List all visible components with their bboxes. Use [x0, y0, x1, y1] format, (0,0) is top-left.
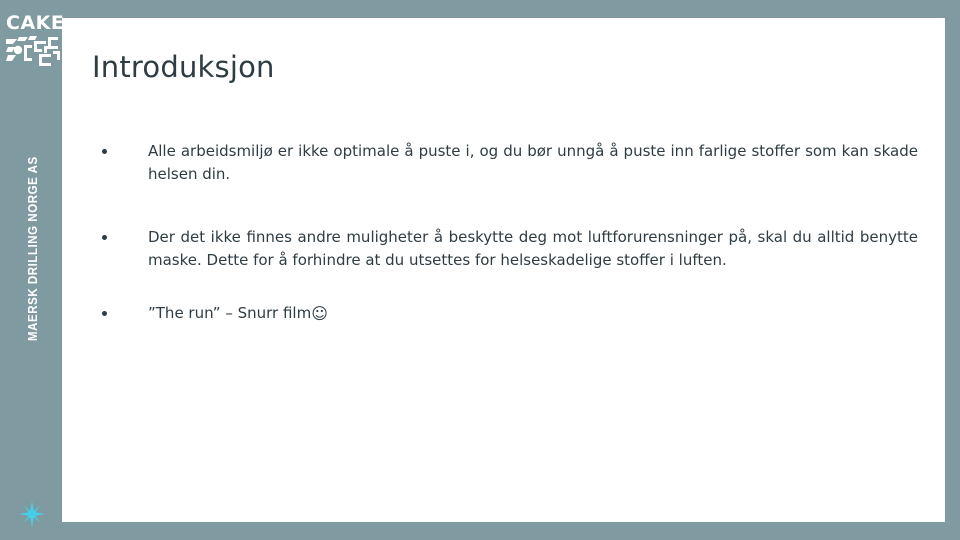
maersk-star-icon	[18, 500, 46, 528]
vertical-brand-label: MAERSK DRILLING NORGE AS	[26, 156, 40, 342]
content-panel: Introduksjon Alle arbeidsmiljø er ikke o…	[62, 18, 945, 522]
cake-logo: CAKE	[4, 12, 65, 72]
slide: CAKE MAERSK DRILLING NORGE AS Introduksj…	[0, 0, 960, 540]
list-item: ”The run” – Snurr film☺	[90, 302, 918, 325]
bullet-dot-icon	[102, 235, 107, 240]
bullet-dot-icon	[102, 311, 107, 316]
vertical-brand-text: MAERSK DRILLING NORGE AS	[2, 154, 64, 344]
bullet-dot-icon	[102, 149, 107, 154]
cake-logo-wordmark: CAKE	[6, 12, 65, 34]
circuit-maze-icon	[6, 35, 60, 68]
list-item-text: Der det ikke finnes andre muligheter å b…	[148, 228, 918, 269]
list-item-text: ”The run” – Snurr film	[148, 304, 312, 322]
list-item: Alle arbeidsmiljø er ikke optimale å pus…	[90, 140, 918, 186]
smiley-face-icon: ☺	[311, 304, 328, 323]
list-item-text: Alle arbeidsmiljø er ikke optimale å pus…	[148, 142, 918, 183]
list-item: Der det ikke finnes andre muligheter å b…	[90, 226, 918, 272]
branding-rail: CAKE MAERSK DRILLING NORGE AS	[0, 0, 65, 540]
page-title: Introduksjon	[92, 50, 275, 84]
bullet-list: Alle arbeidsmiljø er ikke optimale å pus…	[90, 140, 920, 325]
